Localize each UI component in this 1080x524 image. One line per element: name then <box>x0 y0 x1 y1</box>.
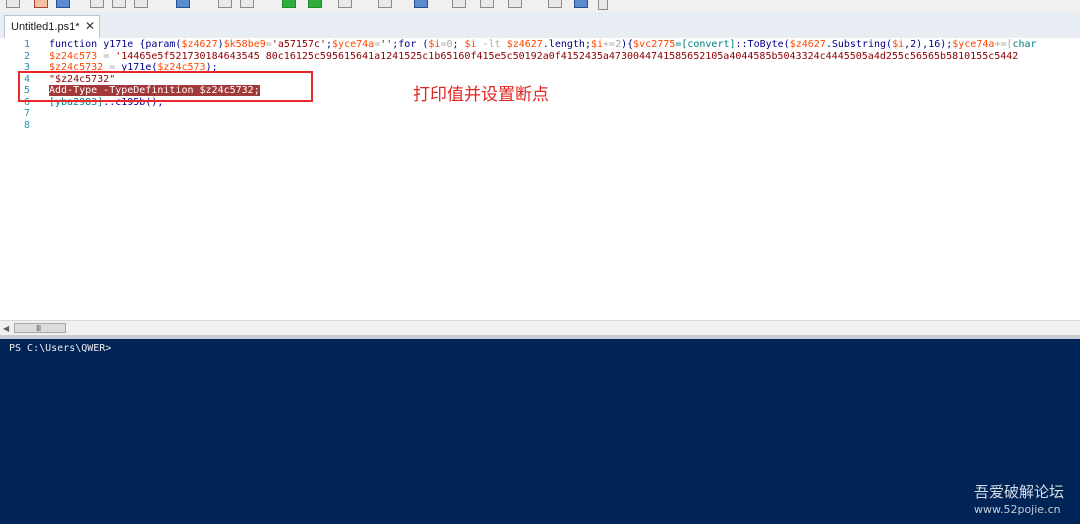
code-token: ;for ( <box>392 39 429 50</box>
code-line[interactable]: function y171e {param($z4627)$k58be9='a5… <box>49 39 1037 51</box>
start-powershell-icon[interactable] <box>414 0 428 8</box>
scrollbar-thumb[interactable]: |||| <box>14 323 66 333</box>
stop-icon[interactable] <box>338 0 352 8</box>
code-token: $i <box>892 39 905 50</box>
tab-untitled1[interactable]: Untitled1.ps1* ✕ <box>4 15 100 38</box>
line-number: 2 <box>23 50 30 62</box>
console-pane[interactable]: PS C:\Users\QWER> <box>0 339 1080 524</box>
code-token: .Substring( <box>825 39 893 50</box>
run-selection-icon[interactable] <box>308 0 322 8</box>
code-token: char <box>1012 39 1037 50</box>
new-remote-tab-icon[interactable] <box>378 0 392 8</box>
tab-label: Untitled1.ps1* <box>11 21 80 33</box>
code-line[interactable]: $z24c573 = '14465e5f521730184643545 80c1… <box>49 51 1018 63</box>
annotation-text: 打印值并设置断点 <box>413 85 549 105</box>
close-icon[interactable]: ✕ <box>85 19 95 33</box>
tab-bar: Untitled1.ps1* ✕ <box>0 12 1080 39</box>
horizontal-scrollbar[interactable]: ◀ |||| <box>0 320 1080 336</box>
save-icon[interactable] <box>56 0 70 8</box>
code-token: +=[ <box>994 39 1013 50</box>
show-command-addon-icon[interactable] <box>548 0 562 8</box>
code-token: $i <box>590 39 604 50</box>
code-token: $z4627 <box>506 39 543 50</box>
code-token: =0 <box>440 39 453 50</box>
show-script-pane-right-icon[interactable] <box>480 0 494 8</box>
code-token: $z4627 <box>181 39 218 50</box>
open-file-icon[interactable] <box>34 0 48 8</box>
code-token: function <box>49 39 104 50</box>
copy-icon[interactable] <box>112 0 126 8</box>
code-token: =[convert] <box>675 39 736 50</box>
line-number: 1 <box>23 39 30 50</box>
scroll-left-icon[interactable]: ◀ <box>3 324 9 333</box>
line-number: 7 <box>23 108 30 119</box>
code-token: +=2 <box>603 39 622 50</box>
code-token: $i <box>428 39 441 50</box>
code-token: ::ToByte( <box>735 39 790 50</box>
code-token: ){ <box>621 39 634 50</box>
show-script-pane-top-icon[interactable] <box>452 0 466 8</box>
undo-icon[interactable] <box>218 0 232 8</box>
code-token: '' <box>380 39 393 50</box>
code-token: $i <box>464 39 477 50</box>
code-token: ; <box>452 39 465 50</box>
code-token: -lt <box>476 39 507 50</box>
command-pane-icon[interactable] <box>574 0 588 8</box>
new-file-icon[interactable] <box>6 0 20 8</box>
highlight-box <box>18 71 313 102</box>
watermark-url: www.52pojie.cn <box>974 503 1061 516</box>
code-token: y171e <box>103 39 140 50</box>
line-number: 8 <box>23 119 30 131</box>
code-token: $yce74a <box>332 39 375 50</box>
code-token: 'a57157c' <box>271 39 326 50</box>
redo-icon[interactable] <box>240 0 254 8</box>
clear-icon[interactable] <box>176 0 190 8</box>
code-token: $vc2775 <box>633 39 676 50</box>
code-token: $z4627 <box>789 39 826 50</box>
grip-icon: |||| <box>36 325 41 332</box>
console-prompt: PS C:\Users\QWER> <box>9 343 112 354</box>
code-token: .length; <box>542 39 591 50</box>
code-token: {param( <box>139 39 182 50</box>
code-token: $yce74a <box>952 39 995 50</box>
code-token: ,2),16); <box>904 39 953 50</box>
paste-icon[interactable] <box>134 0 148 8</box>
code-token: $z24c573 <box>49 50 98 62</box>
cut-icon[interactable] <box>90 0 104 8</box>
code-token: $k58be9 <box>223 39 266 50</box>
code-token: = <box>97 50 116 62</box>
show-script-pane-max-icon[interactable] <box>508 0 522 8</box>
help-icon[interactable] <box>598 0 608 10</box>
watermark-title: 吾爱破解论坛 <box>974 483 1065 501</box>
run-icon[interactable] <box>282 0 296 8</box>
code-token: '14465e5f521730184643545 80c16125c595615… <box>115 50 1019 62</box>
